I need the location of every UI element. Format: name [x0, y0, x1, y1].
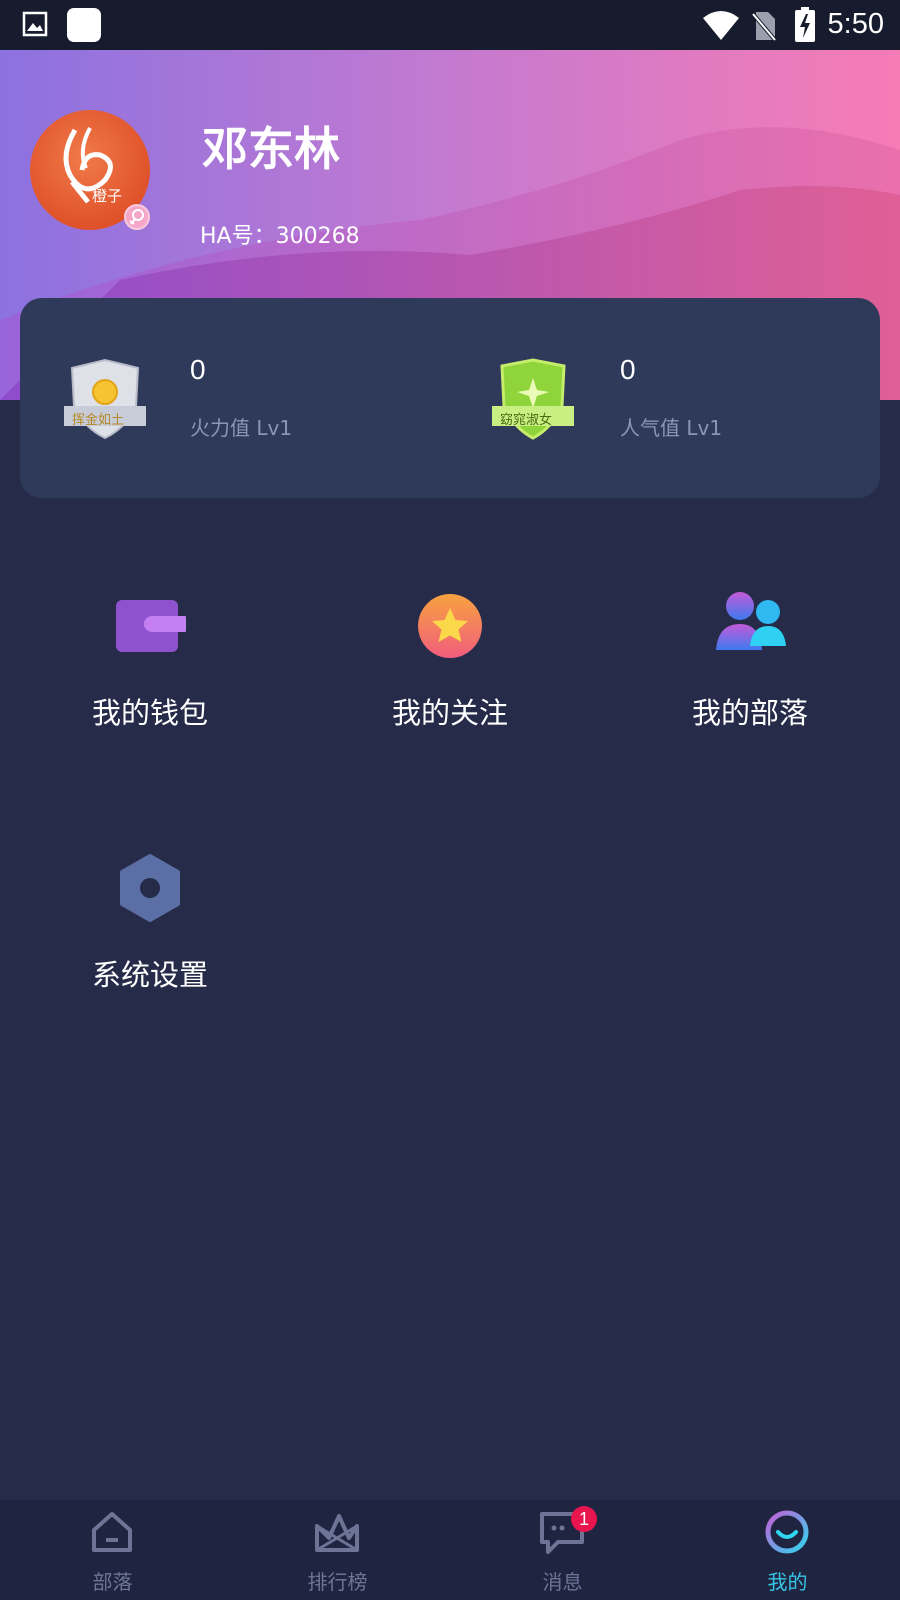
- menu-settings[interactable]: 系统设置: [40, 852, 260, 1022]
- menu-label: 我的钱包: [91, 696, 208, 730]
- fire-label: 火力值 Lv1: [190, 416, 293, 440]
- app-square-icon: [67, 8, 101, 42]
- female-icon: [124, 204, 150, 230]
- clock: 5:50: [827, 8, 884, 40]
- green-shield-badge-icon: 窈窕淑女: [490, 356, 576, 442]
- username: 邓东林: [202, 122, 340, 176]
- crown-icon: [315, 1514, 359, 1552]
- silver-shield-badge-icon: 挥金如土: [62, 356, 148, 442]
- menu-tribe[interactable]: 我的部落: [640, 590, 860, 760]
- wifi-icon: [703, 11, 739, 40]
- fire-value: 0: [190, 354, 206, 385]
- popularity-value: 0: [620, 354, 636, 385]
- menu-label: 我的部落: [691, 696, 808, 730]
- smile-ring-icon: [765, 1510, 809, 1554]
- menu-label: 我的关注: [391, 696, 508, 730]
- nav-label: 排行榜: [307, 1570, 368, 1594]
- badge-label: 挥金如土: [72, 413, 125, 428]
- battery-charging-icon: [795, 7, 815, 42]
- status-bar: 5:50: [0, 0, 900, 50]
- home-icon: [92, 1512, 132, 1552]
- image-icon: [22, 11, 48, 37]
- wallet-icon: [116, 600, 186, 652]
- nav-tribe[interactable]: 部落: [0, 1500, 225, 1600]
- no-sim-icon: [752, 12, 776, 41]
- unread-badge: 1: [571, 1506, 597, 1532]
- popularity-label: 人气值 Lv1: [620, 416, 723, 440]
- star-icon: [418, 594, 482, 658]
- avatar-caption: 橙子: [92, 187, 123, 205]
- menu-wallet[interactable]: 我的钱包: [40, 590, 260, 760]
- group-users-icon: [716, 592, 786, 650]
- nav-label: 部落: [92, 1570, 133, 1594]
- bottom-nav: 部落 排行榜 消息 我的: [0, 1500, 900, 1600]
- nav-label: 消息: [542, 1570, 583, 1594]
- nav-messages[interactable]: 消息: [450, 1500, 675, 1600]
- badge-label: 窈窕淑女: [500, 413, 553, 428]
- stats-card: 挥金如土 0 火力值 Lv1 窈窕淑女 0 人气值 Lv1: [20, 298, 880, 498]
- nav-mine[interactable]: 我的: [675, 1500, 900, 1600]
- nav-label: 我的: [767, 1570, 808, 1594]
- menu-follow[interactable]: 我的关注: [340, 590, 560, 760]
- ha-id: HA号：300268: [200, 224, 360, 249]
- menu-label: 系统设置: [91, 958, 208, 992]
- nav-ranking[interactable]: 排行榜: [225, 1500, 450, 1600]
- settings-hex-icon: [120, 854, 180, 922]
